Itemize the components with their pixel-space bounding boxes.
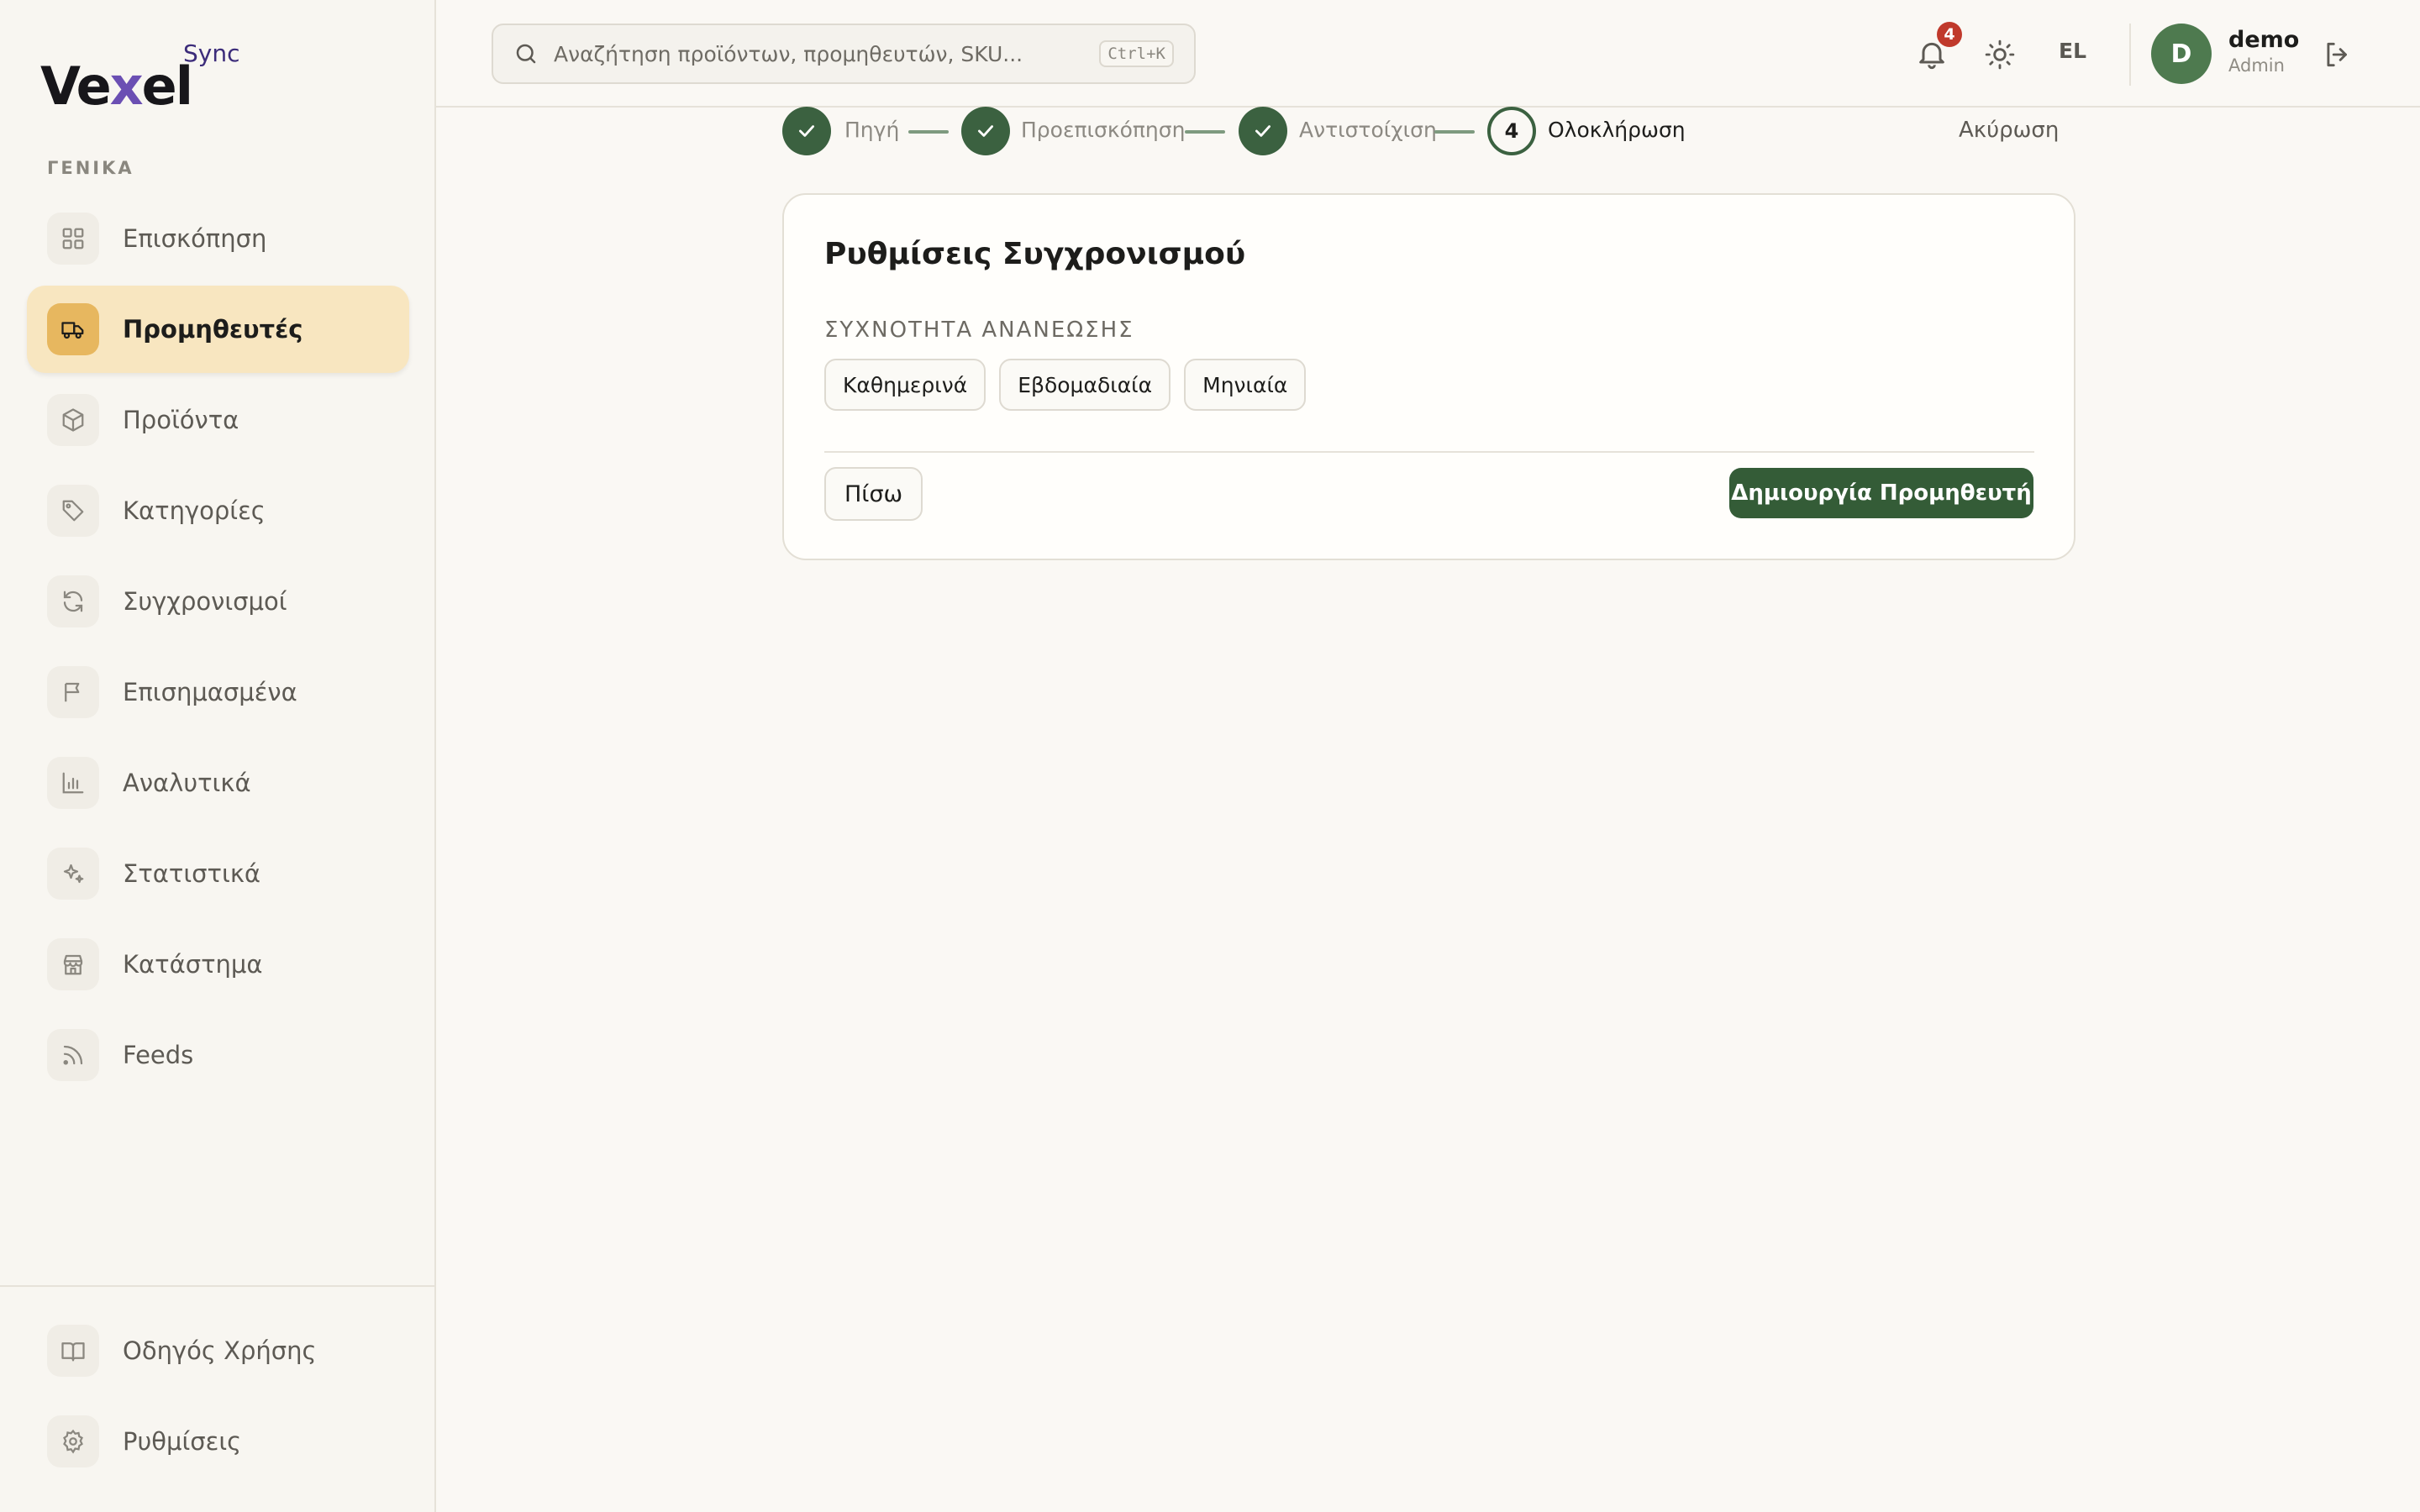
- logout-button[interactable]: [2322, 39, 2354, 71]
- wizard-stepper: Πηγή Προεπισκόπηση Αντιστοίχιση 4 Ολοκλή…: [782, 107, 2076, 157]
- sidebar-item-categories[interactable]: Κατηγορίες: [27, 467, 409, 554]
- language-switcher[interactable]: EL: [2059, 39, 2086, 63]
- sidebar-item-products[interactable]: Προϊόντα: [27, 376, 409, 464]
- grid-icon: [47, 213, 99, 265]
- sidebar: Vexel Sync ΓΕΝΙΚΑ Επισκόπηση Προμηθευτές…: [0, 0, 436, 1512]
- step-3-complete-indicator: [1239, 107, 1287, 155]
- search-icon: [513, 41, 539, 66]
- refresh-frequency-label: ΣΥΧΝΟΤΗΤΑ ΑΝΑΝΕΩΣΗΣ: [824, 318, 1134, 343]
- sidebar-item-label: Συγχρονισμοί: [123, 587, 287, 616]
- nav-section-label: ΓΕΝΙΚΑ: [47, 158, 134, 178]
- sidebar-item-label: Οδηγός Χρήσης: [123, 1336, 317, 1365]
- sidebar-item-statistics[interactable]: Στατιστικά: [27, 830, 409, 917]
- search-placeholder: Αναζήτηση προϊόντων, προμηθευτών, SKU...: [554, 41, 1023, 66]
- rss-icon: [47, 1029, 99, 1081]
- user-role: Admin: [2228, 55, 2285, 76]
- sidebar-item-label: Στατιστικά: [123, 859, 261, 888]
- secondary-nav: Οδηγός Χρήσης Ρυθμίσεις: [27, 1307, 409, 1488]
- check-icon: [1252, 120, 1274, 142]
- sidebar-item-label: Κατηγορίες: [123, 496, 266, 525]
- step-4-label: Ολοκλήρωση: [1548, 118, 1686, 142]
- frequency-daily-button[interactable]: Καθημερινά: [824, 359, 986, 411]
- check-icon: [796, 120, 818, 142]
- sidebar-item-suppliers[interactable]: Προμηθευτές: [27, 286, 409, 373]
- store-icon: [47, 938, 99, 990]
- sidebar-item-analytics[interactable]: Αναλυτικά: [27, 739, 409, 827]
- step-2-label: Προεπισκόπηση: [1021, 118, 1186, 142]
- sun-icon: [1984, 39, 2016, 71]
- search-input[interactable]: Αναζήτηση προϊόντων, προμηθευτών, SKU...…: [492, 24, 1196, 84]
- main-nav: Επισκόπηση Προμηθευτές Προϊόντα Κατηγορί…: [27, 195, 409, 1102]
- refresh-icon: [47, 575, 99, 627]
- box-icon: [47, 394, 99, 446]
- create-supplier-button[interactable]: Δημιουργία Προμηθευτή: [1729, 468, 2033, 518]
- user-name: demo: [2228, 27, 2300, 53]
- sidebar-item-label: Επισημασμένα: [123, 678, 297, 706]
- flag-icon: [47, 666, 99, 718]
- tag-icon: [47, 485, 99, 537]
- sidebar-divider: [0, 1285, 436, 1287]
- card-divider: [824, 451, 2034, 453]
- sidebar-item-label: Προμηθευτές: [123, 315, 303, 344]
- bar-chart-icon: [47, 757, 99, 809]
- refresh-frequency-options: Καθημερινά Εβδομαδιαία Μηνιαία: [824, 359, 1319, 411]
- sidebar-item-store[interactable]: Κατάστημα: [27, 921, 409, 1008]
- avatar[interactable]: D: [2151, 24, 2212, 84]
- sidebar-item-settings[interactable]: Ρυθμίσεις: [27, 1398, 409, 1485]
- cancel-button[interactable]: Ακύρωση: [1959, 118, 2059, 143]
- frequency-monthly-button[interactable]: Μηνιαία: [1184, 359, 1307, 411]
- header-divider: [2129, 24, 2131, 86]
- step-3-label: Αντιστοίχιση: [1299, 118, 1437, 142]
- sidebar-item-user-guide[interactable]: Οδηγός Χρήσης: [27, 1307, 409, 1394]
- step-2-complete-indicator: [961, 107, 1010, 155]
- step-connector: [1434, 130, 1475, 134]
- sidebar-item-syncs[interactable]: Συγχρονισμοί: [27, 558, 409, 645]
- theme-toggle-button[interactable]: [1984, 39, 2016, 71]
- logo-wordmark: Vexel: [40, 55, 193, 117]
- book-icon: [47, 1325, 99, 1377]
- step-1-label: Πηγή: [844, 118, 900, 142]
- sidebar-item-label: Προϊόντα: [123, 406, 239, 434]
- step-connector: [908, 130, 949, 134]
- sidebar-item-label: Κατάστημα: [123, 950, 263, 979]
- sidebar-item-label: Feeds: [123, 1041, 194, 1069]
- check-icon: [975, 120, 997, 142]
- top-header: Αναζήτηση προϊόντων, προμηθευτών, SKU...…: [436, 0, 2420, 108]
- sidebar-item-flagged[interactable]: Επισημασμένα: [27, 648, 409, 736]
- sidebar-item-label: Αναλυτικά: [123, 769, 251, 797]
- truck-icon: [47, 303, 99, 355]
- step-1-complete-indicator: [782, 107, 831, 155]
- step-connector: [1185, 130, 1225, 134]
- step-4-current-indicator: 4: [1487, 107, 1536, 155]
- sidebar-item-feeds[interactable]: Feeds: [27, 1011, 409, 1099]
- sync-settings-card: Ρυθμίσεις Συγχρονισμού ΣΥΧΝΟΤΗΤΑ ΑΝΑΝΕΩΣ…: [782, 193, 2075, 560]
- gear-icon: [47, 1415, 99, 1467]
- logout-icon: [2322, 39, 2354, 71]
- back-button[interactable]: Πίσω: [824, 467, 923, 521]
- sidebar-item-overview[interactable]: Επισκόπηση: [27, 195, 409, 282]
- card-title: Ρυθμίσεις Συγχρονισμού: [824, 237, 1246, 271]
- frequency-weekly-button[interactable]: Εβδομαδιαία: [999, 359, 1171, 411]
- vexel-sync-logo[interactable]: Vexel Sync: [40, 42, 242, 126]
- sidebar-item-label: Επισκόπηση: [123, 224, 267, 253]
- sidebar-item-label: Ρυθμίσεις: [123, 1427, 242, 1456]
- logo-sync-label: Sync: [183, 39, 240, 67]
- notification-count-badge: 4: [1937, 22, 1962, 47]
- sparkles-icon: [47, 848, 99, 900]
- search-shortcut-hint: Ctrl+K: [1099, 40, 1174, 67]
